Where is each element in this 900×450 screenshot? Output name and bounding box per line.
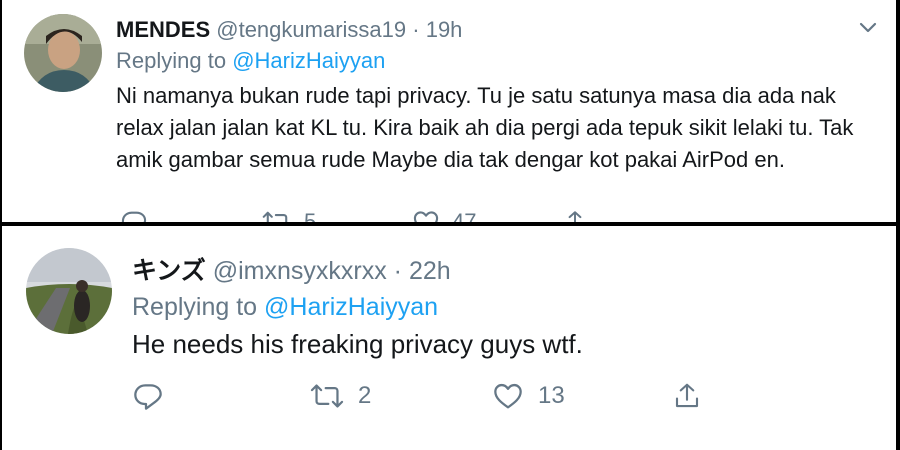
mention-link[interactable]: @HarizHaiyyan [232, 48, 385, 73]
like-button[interactable]: 13 [492, 376, 565, 416]
reply-button[interactable] [132, 376, 164, 416]
display-name[interactable]: キンズ [132, 257, 206, 285]
timestamp[interactable]: 22h [409, 257, 451, 285]
tweet-actions: 2 13 [132, 376, 732, 416]
replying-to-label: Replying to [116, 48, 227, 73]
replying-to-label: Replying to [132, 293, 258, 321]
retweet-count: 5 [304, 209, 317, 222]
like-count: 47 [452, 209, 477, 222]
retweet-count: 2 [358, 382, 372, 409]
tweet-header: MENDES @tengkumarissa19 · 19h [116, 17, 462, 43]
separator-dot: · [393, 257, 402, 285]
reply-icon [132, 380, 164, 412]
separator-dot: · [412, 17, 420, 42]
tweet-card[interactable]: MENDES @tengkumarissa19 · 19h Replying t… [2, 0, 896, 222]
like-button[interactable]: 47 [412, 202, 476, 222]
tweet-header: キンズ @imxnsyxkxrxx · 22h [132, 256, 451, 286]
mention-link[interactable]: @HarizHaiyyan [264, 293, 438, 321]
like-count: 13 [538, 382, 565, 409]
chevron-down-icon[interactable] [856, 16, 880, 40]
tweet-card[interactable]: キンズ @imxnsyxkxrxx · 22h Replying to @Har… [2, 226, 896, 450]
reply-button[interactable] [120, 202, 148, 222]
user-handle[interactable]: @imxnsyxkxrxx [213, 257, 387, 285]
retweet-button[interactable]: 5 [262, 202, 316, 222]
reply-icon [120, 208, 148, 222]
heart-icon [492, 380, 524, 412]
share-icon [562, 208, 588, 222]
avatar[interactable] [24, 14, 102, 92]
share-icon [672, 380, 702, 412]
replying-to: Replying to @HarizHaiyyan [132, 292, 438, 322]
share-button[interactable] [672, 376, 702, 416]
user-handle[interactable]: @tengkumarissa19 [216, 17, 406, 42]
share-button[interactable] [562, 202, 588, 222]
tweet-text: He needs his freaking privacy guys wtf. [132, 329, 583, 359]
display-name[interactable]: MENDES [116, 17, 210, 42]
retweet-icon [310, 380, 344, 412]
avatar[interactable] [26, 248, 112, 334]
timestamp[interactable]: 19h [426, 17, 463, 42]
retweet-button[interactable]: 2 [310, 376, 371, 416]
tweet-actions: 5 47 [116, 202, 596, 222]
heart-icon [412, 208, 440, 222]
tweet-text: Ni namanya bukan rude tapi privacy. Tu j… [116, 83, 854, 172]
retweet-icon [262, 208, 292, 222]
replying-to: Replying to @HarizHaiyyan [116, 48, 385, 74]
